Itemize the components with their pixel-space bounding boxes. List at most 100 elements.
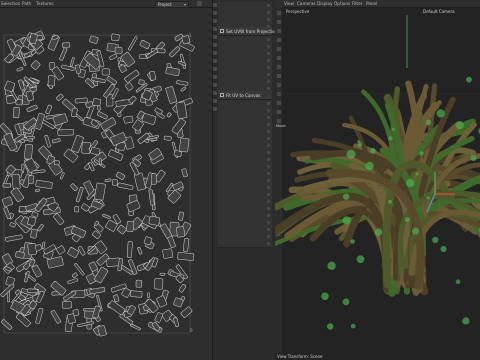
uv-island[interactable] <box>11 173 21 190</box>
uv-island[interactable] <box>154 278 164 290</box>
uv-island[interactable] <box>178 211 184 221</box>
uv-island[interactable] <box>31 211 39 218</box>
uv-island[interactable] <box>45 104 52 115</box>
option-toggle[interactable] <box>267 171 270 175</box>
section-set-uvw-from-projection[interactable]: Set UVW from Projection <box>218 27 277 36</box>
uv-island[interactable] <box>28 175 35 184</box>
option-toggle[interactable] <box>267 143 270 147</box>
menu-filter[interactable]: Filter <box>352 1 362 6</box>
uv-island[interactable] <box>5 234 23 242</box>
uv-island[interactable] <box>97 111 108 120</box>
tool-icon[interactable] <box>212 67 217 71</box>
uv-canvas[interactable]: 1 0 <box>0 8 212 360</box>
camera-label[interactable]: Default Camera <box>423 9 455 14</box>
uv-island[interactable] <box>109 53 118 60</box>
uv-island[interactable] <box>53 213 65 225</box>
uv-island[interactable] <box>56 245 66 255</box>
tool-icon[interactable] <box>212 59 217 63</box>
uv-island[interactable] <box>135 279 143 288</box>
option-toggle[interactable] <box>267 108 270 112</box>
uv-island[interactable] <box>148 215 161 226</box>
panel-option-row[interactable] <box>218 240 272 248</box>
tool-icon[interactable] <box>212 107 217 111</box>
uv-island[interactable] <box>74 97 88 104</box>
option-toggle[interactable] <box>267 234 270 238</box>
uv-island[interactable] <box>114 46 123 54</box>
tool-icon[interactable] <box>212 27 217 31</box>
option-toggle[interactable] <box>267 44 270 48</box>
option-toggle[interactable] <box>267 213 270 217</box>
uv-island[interactable] <box>111 179 118 186</box>
uv-island[interactable] <box>117 182 134 190</box>
uv-island[interactable] <box>44 134 51 148</box>
uv-island[interactable] <box>3 207 11 220</box>
uv-island[interactable] <box>92 305 101 319</box>
uv-island[interactable] <box>70 57 75 67</box>
uv-island[interactable] <box>178 284 187 293</box>
uv-island[interactable] <box>37 224 44 232</box>
uv-island[interactable] <box>1 319 13 330</box>
uv-island[interactable] <box>137 246 143 255</box>
uv-island[interactable] <box>177 252 195 261</box>
option-toggle[interactable] <box>267 220 270 224</box>
menu-selection[interactable]: Selection <box>1 1 20 6</box>
option-toggle[interactable] <box>267 37 270 41</box>
uv-island[interactable] <box>62 42 71 49</box>
uv-island[interactable] <box>51 138 61 144</box>
option-toggle[interactable] <box>267 122 270 126</box>
option-toggle[interactable] <box>267 10 270 14</box>
uv-island[interactable] <box>74 64 82 74</box>
option-toggle[interactable] <box>267 164 270 168</box>
uv-island[interactable] <box>31 264 43 278</box>
uv-island[interactable] <box>57 129 75 136</box>
menu-path[interactable]: Path <box>22 1 31 6</box>
option-toggle[interactable] <box>267 101 270 105</box>
uv-island[interactable] <box>106 76 117 85</box>
menu-options[interactable]: Options <box>334 1 350 6</box>
uv-island[interactable] <box>9 222 16 228</box>
uv-island[interactable] <box>27 243 37 256</box>
uv-island[interactable] <box>12 106 20 119</box>
option-toggle[interactable] <box>267 150 270 154</box>
option-toggle[interactable] <box>267 192 270 196</box>
uv-island[interactable] <box>181 168 188 178</box>
uv-island[interactable] <box>30 60 41 70</box>
menu-view[interactable]: View <box>284 1 294 6</box>
uv-island[interactable] <box>171 118 187 135</box>
uv-island[interactable] <box>72 272 78 278</box>
uv-island[interactable] <box>74 206 80 213</box>
uv-island[interactable] <box>59 172 65 180</box>
uv-island[interactable] <box>24 143 33 160</box>
uv-island[interactable] <box>126 221 135 232</box>
uv-island[interactable] <box>124 69 140 83</box>
uv-island[interactable] <box>115 171 126 180</box>
uv-island[interactable] <box>117 224 127 235</box>
uv-island[interactable] <box>92 98 102 107</box>
uv-island[interactable] <box>123 115 134 124</box>
uv-island[interactable] <box>90 147 101 156</box>
uv-island[interactable] <box>104 178 112 183</box>
uv-island[interactable] <box>10 187 24 203</box>
option-toggle[interactable] <box>267 17 270 21</box>
uv-island[interactable] <box>159 272 166 276</box>
uv-island[interactable] <box>1 196 13 208</box>
uv-island[interactable] <box>72 309 80 317</box>
uv-island[interactable] <box>35 179 53 189</box>
uv-island[interactable] <box>111 33 120 42</box>
uv-island[interactable] <box>35 307 44 324</box>
option-toggle[interactable] <box>267 136 270 140</box>
option-toggle[interactable] <box>267 65 270 69</box>
uv-island[interactable] <box>25 136 35 140</box>
uv-island[interactable] <box>27 288 39 294</box>
tool-icon[interactable] <box>212 51 217 55</box>
option-toggle[interactable] <box>267 227 270 231</box>
tool-icon[interactable] <box>212 83 217 87</box>
uv-island[interactable] <box>179 137 190 153</box>
uv-island[interactable] <box>2 183 12 188</box>
uv-island[interactable] <box>100 117 117 131</box>
option-toggle[interactable] <box>267 72 270 76</box>
option-toggle[interactable] <box>267 199 270 203</box>
uv-island[interactable] <box>94 182 106 201</box>
option-toggle[interactable] <box>267 51 270 55</box>
uv-island[interactable] <box>62 300 72 309</box>
